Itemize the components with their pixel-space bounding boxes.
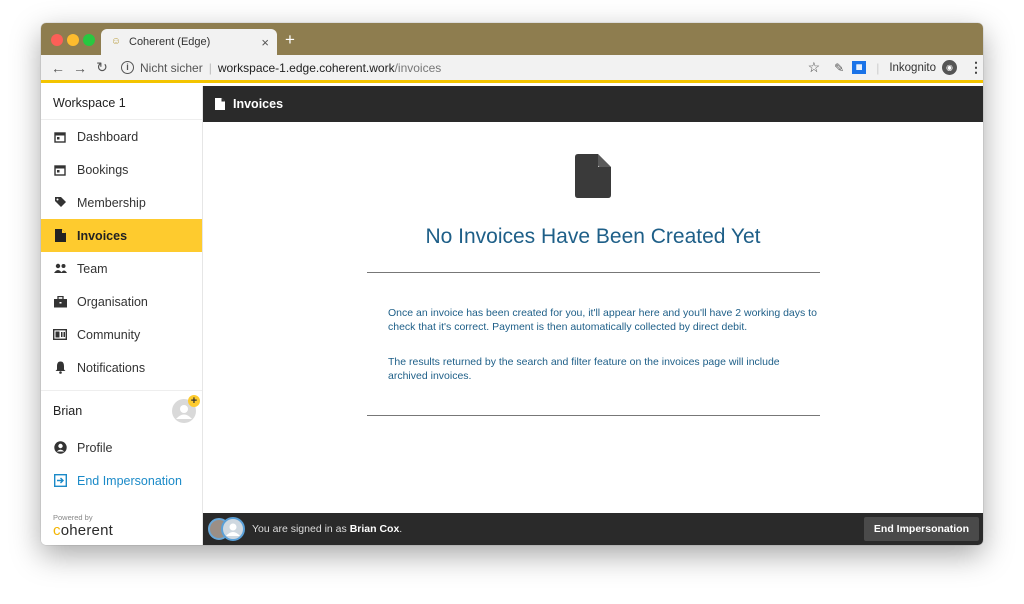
powered-by: Powered by coherent <box>53 513 113 539</box>
sidebar-item-label: Invoices <box>77 228 128 243</box>
divider <box>367 272 820 273</box>
sidebar-item-profile[interactable]: Profile <box>41 431 202 464</box>
calendar-icon <box>53 130 67 144</box>
add-icon[interactable]: + <box>188 395 200 407</box>
end-impersonation-button[interactable]: End Impersonation <box>863 517 979 541</box>
tab-title: Coherent (Edge) <box>129 36 211 48</box>
tab-close-icon[interactable]: × <box>261 35 269 50</box>
document-icon <box>575 154 611 203</box>
sidebar-item-end-impersonation[interactable]: End Impersonation <box>41 464 202 497</box>
not-secure-label: Nicht sicher <box>140 60 203 75</box>
page-title: Invoices <box>233 97 284 111</box>
incognito-label: Inkognito <box>889 61 936 74</box>
avatar-group <box>208 516 248 542</box>
sidebar-item-dashboard[interactable]: Dashboard <box>41 120 202 153</box>
sidebar-item-membership[interactable]: Membership <box>41 186 202 219</box>
back-arrow-icon[interactable]: ← <box>47 60 69 76</box>
divider <box>367 415 820 416</box>
eyedropper-extension-icon[interactable]: ✎ <box>834 61 844 75</box>
bookmark-star-icon[interactable]: ☆ <box>808 59 821 76</box>
new-tab-button[interactable]: + <box>285 30 295 50</box>
people-icon <box>53 262 67 276</box>
empty-state-note: The results returned by the search and f… <box>388 356 780 382</box>
signed-in-user-name: Brian Cox <box>349 523 400 535</box>
browser-window: ☺ Coherent (Edge) × + ← → ↻ i Nicht sich… <box>41 23 983 545</box>
sidebar-item-bookings[interactable]: Bookings <box>41 153 202 186</box>
toolbar-separator: | <box>876 60 880 75</box>
sidebar-item-notifications[interactable]: Notifications <box>41 351 202 384</box>
sidebar-item-label: Dashboard <box>77 129 139 144</box>
incognito-icon[interactable]: ◉ <box>942 60 957 75</box>
id-card-icon <box>53 328 67 342</box>
omnibox-separator: | <box>208 60 212 75</box>
sidebar-item-team[interactable]: Team <box>41 252 202 285</box>
user-name: Brian <box>53 404 83 418</box>
briefcase-icon <box>53 295 67 309</box>
coherent-favicon-icon: ☺ <box>110 36 122 47</box>
reload-icon[interactable]: ↻ <box>91 59 113 76</box>
exit-icon <box>53 474 67 488</box>
browser-toolbar: ← → ↻ i Nicht sicher | workspace-1.edge.… <box>41 55 983 83</box>
account-circle-icon <box>53 441 67 455</box>
avatar[interactable]: + <box>172 395 200 423</box>
calendar-icon <box>53 163 67 177</box>
user-section: Brian + Profile End Impersonation <box>41 390 202 497</box>
sidebar-item-community[interactable]: Community <box>41 318 202 351</box>
sidebar-item-label: Team <box>77 261 108 276</box>
powered-by-label: Powered by <box>53 513 93 522</box>
tab-strip: ☺ Coherent (Edge) × + <box>41 23 983 55</box>
page-header: Invoices <box>203 86 983 122</box>
tag-icon <box>53 196 67 210</box>
impersonation-bar: You are signed in as Brian Cox. End Impe… <box>203 513 983 545</box>
document-icon <box>215 98 225 110</box>
workspace-title[interactable]: Workspace 1 <box>41 86 202 120</box>
avatar <box>221 517 245 541</box>
maximize-window-button[interactable] <box>83 34 95 46</box>
document-icon <box>53 229 67 243</box>
sidebar-item-label: Membership <box>77 195 146 210</box>
sidebar-item-organisation[interactable]: Organisation <box>41 285 202 318</box>
url-host: workspace-1.edge.coherent.work <box>217 60 395 75</box>
sidebar: Workspace 1 Dashboard Bookings Membershi… <box>41 86 203 545</box>
empty-state-description: Once an invoice has been created for you… <box>388 307 817 333</box>
user-silhouette-icon <box>226 523 240 536</box>
sidebar-item-invoices[interactable]: Invoices <box>41 219 202 252</box>
address-bar[interactable]: i Nicht sicher | workspace-1.edge.cohere… <box>121 57 801 79</box>
empty-state-title: No Invoices Have Been Created Yet <box>425 225 761 248</box>
signed-in-text: You are signed in as Brian Cox. <box>252 523 403 535</box>
bell-icon <box>53 361 67 375</box>
sidebar-item-label: Bookings <box>77 162 129 177</box>
sidebar-item-label: Profile <box>77 440 113 455</box>
sidebar-item-label: Community <box>77 327 141 342</box>
sidebar-item-label: Notifications <box>77 360 146 375</box>
browser-tab[interactable]: ☺ Coherent (Edge) × <box>101 29 277 55</box>
browser-menu-icon[interactable]: ⋮ <box>969 59 983 76</box>
close-window-button[interactable] <box>51 34 63 46</box>
sidebar-item-label: Organisation <box>77 294 148 309</box>
main-content: No Invoices Have Been Created Yet Once a… <box>203 122 983 513</box>
sidebar-item-label: End Impersonation <box>77 473 182 488</box>
forward-arrow-icon[interactable]: → <box>69 60 91 76</box>
extension-icon[interactable]: ▦ <box>852 61 867 74</box>
user-row: Brian + <box>41 391 202 431</box>
url-path: /invoices <box>394 60 442 75</box>
minimize-window-button[interactable] <box>67 34 79 46</box>
coherent-logo[interactable]: coherent <box>53 522 113 539</box>
info-icon[interactable]: i <box>121 61 134 74</box>
